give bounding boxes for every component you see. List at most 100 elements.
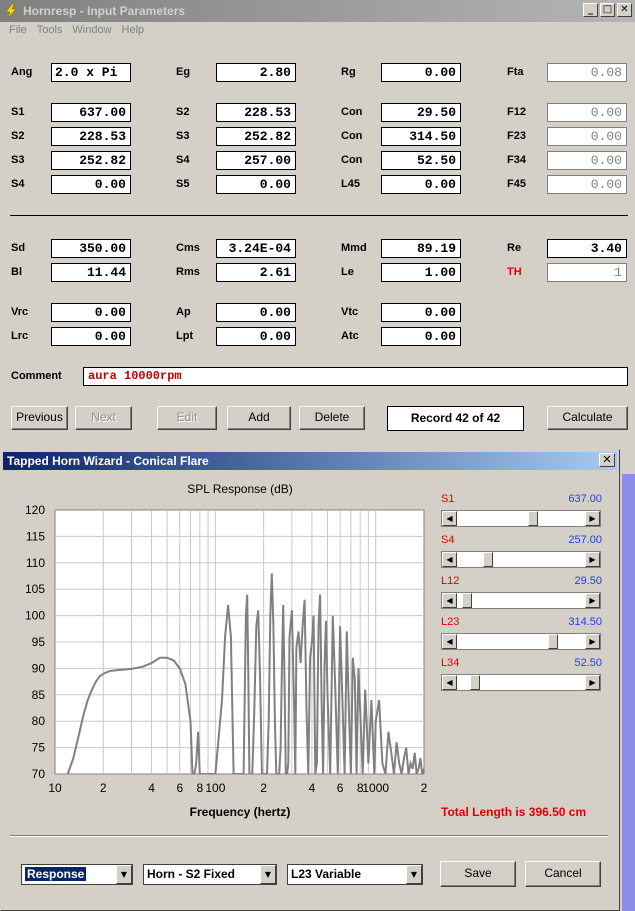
save-button[interactable]: Save	[440, 861, 516, 887]
slider-label-l12: L12	[441, 575, 460, 587]
field-bl[interactable]: 11.44	[51, 263, 131, 282]
arrow-left-icon[interactable]: ◀	[442, 634, 457, 649]
menu-window[interactable]: Window	[67, 22, 116, 40]
field-f12: 0.00	[547, 103, 627, 122]
field-ap[interactable]: 0.00	[216, 303, 296, 322]
lightning-icon	[3, 3, 19, 19]
chevron-down-icon[interactable]: ▼	[260, 865, 276, 884]
label-con: Con	[341, 106, 363, 118]
field-mmd[interactable]: 89.19	[381, 239, 461, 258]
slider-label-l34: L34	[441, 657, 460, 669]
label-l45: L45	[341, 178, 360, 190]
menu-help[interactable]: Help	[117, 22, 150, 40]
field-s4[interactable]: 0.00	[51, 175, 131, 194]
label-bl: Bl	[11, 266, 22, 278]
field-s1[interactable]: 637.00	[51, 103, 131, 122]
slider-thumb[interactable]	[469, 675, 480, 690]
window-title: Hornresp - Input Parameters	[23, 4, 186, 18]
x-tick-label: 2	[421, 781, 428, 795]
slider-s4[interactable]: ◀ ▶	[441, 551, 601, 568]
field-s2-col2[interactable]: 228.53	[216, 103, 296, 122]
label-f23: F23	[507, 130, 526, 142]
field-re[interactable]: 3.40	[547, 239, 627, 258]
arrow-left-icon[interactable]: ◀	[442, 593, 457, 608]
label-rms: Rms	[176, 266, 200, 278]
x-tick-label: 2	[260, 781, 267, 795]
close-icon[interactable]: ✕	[599, 453, 615, 467]
previous-button[interactable]: Previous	[11, 406, 68, 430]
arrow-right-icon[interactable]: ▶	[585, 634, 600, 649]
field-f45: 0.00	[547, 175, 627, 194]
chevron-down-icon[interactable]: ▼	[116, 865, 132, 884]
label-s3: S3	[176, 130, 190, 142]
comment-field[interactable]: aura 10000rpm	[83, 367, 628, 386]
field-s3[interactable]: 252.82	[51, 151, 131, 170]
field-sd[interactable]: 350.00	[51, 239, 131, 258]
x-tick-label: 10	[48, 781, 62, 795]
field-con-2[interactable]: 314.50	[381, 127, 461, 146]
horn-mode-select[interactable]: Horn - S2 Fixed ▼	[143, 864, 277, 885]
close-icon[interactable]: ✕	[617, 3, 632, 17]
slider-l12[interactable]: ◀ ▶	[441, 592, 601, 609]
arrow-right-icon[interactable]: ▶	[585, 675, 600, 690]
field-lrc[interactable]: 0.00	[51, 327, 131, 346]
calculate-button[interactable]: Calculate	[547, 406, 628, 430]
delete-button[interactable]: Delete	[299, 406, 365, 430]
label-mmd: Mmd	[341, 242, 367, 254]
arrow-left-icon[interactable]: ◀	[442, 552, 457, 567]
slider-thumb[interactable]	[527, 511, 538, 526]
arrow-left-icon[interactable]: ◀	[442, 675, 457, 690]
chevron-down-icon[interactable]: ▼	[406, 865, 422, 884]
variable-select[interactable]: L23 Variable ▼	[287, 864, 423, 885]
slider-thumb[interactable]	[461, 593, 472, 608]
dialog-title[interactable]: Tapped Horn Wizard - Conical Flare	[3, 452, 617, 470]
slider-s1[interactable]: ◀ ▶	[441, 510, 601, 527]
label-comment: Comment	[11, 370, 62, 382]
view-select[interactable]: Response ▼	[21, 864, 133, 885]
slider-l23[interactable]: ◀ ▶	[441, 633, 601, 650]
field-lpt[interactable]: 0.00	[216, 327, 296, 346]
field-ang[interactable]: 2.0 x Pi	[51, 63, 131, 82]
field-vrc[interactable]: 0.00	[51, 303, 131, 322]
arrow-right-icon[interactable]: ▶	[585, 593, 600, 608]
cancel-button[interactable]: Cancel	[525, 861, 601, 887]
menu-tools[interactable]: Tools	[32, 22, 68, 40]
field-s4-col2[interactable]: 257.00	[216, 151, 296, 170]
window-titlebar[interactable]: Hornresp - Input Parameters _ □ ✕	[0, 0, 635, 22]
label-vtc: Vtc	[341, 306, 359, 318]
next-button[interactable]: Next	[75, 406, 132, 430]
field-con-1[interactable]: 29.50	[381, 103, 461, 122]
arrow-right-icon[interactable]: ▶	[585, 511, 600, 526]
field-con-3[interactable]: 52.50	[381, 151, 461, 170]
x-tick-label: 2	[100, 781, 107, 795]
arrow-right-icon[interactable]: ▶	[585, 552, 600, 567]
add-button[interactable]: Add	[227, 406, 291, 430]
view-select-value: Response	[25, 867, 87, 881]
field-atc[interactable]: 0.00	[381, 327, 461, 346]
field-cms[interactable]: 3.24E-04	[216, 239, 296, 258]
slider-l34[interactable]: ◀ ▶	[441, 674, 601, 691]
field-l45[interactable]: 0.00	[381, 175, 461, 194]
field-le[interactable]: 1.00	[381, 263, 461, 282]
field-rg[interactable]: 0.00	[381, 63, 461, 82]
field-s5[interactable]: 0.00	[216, 175, 296, 194]
y-tick-label: 110	[26, 556, 45, 570]
edit-button[interactable]: Edit	[157, 406, 217, 430]
minimize-icon[interactable]: _	[583, 3, 598, 17]
field-s3-col2[interactable]: 252.82	[216, 127, 296, 146]
arrow-left-icon[interactable]: ◀	[442, 511, 457, 526]
x-tick-label: 4	[309, 781, 316, 795]
field-rms[interactable]: 2.61	[216, 263, 296, 282]
field-vtc[interactable]: 0.00	[381, 303, 461, 322]
slider-thumb[interactable]	[547, 634, 558, 649]
menu-file[interactable]: File	[4, 22, 32, 40]
y-tick-label: 85	[32, 688, 46, 702]
maximize-icon[interactable]: □	[600, 3, 615, 17]
label-vrc: Vrc	[11, 306, 29, 318]
field-f23: 0.00	[547, 127, 627, 146]
field-s2[interactable]: 228.53	[51, 127, 131, 146]
slider-thumb[interactable]	[482, 552, 493, 567]
field-eg[interactable]: 2.80	[216, 63, 296, 82]
label-f34: F34	[507, 154, 526, 166]
slider-value-l23: 314.50	[568, 616, 602, 628]
